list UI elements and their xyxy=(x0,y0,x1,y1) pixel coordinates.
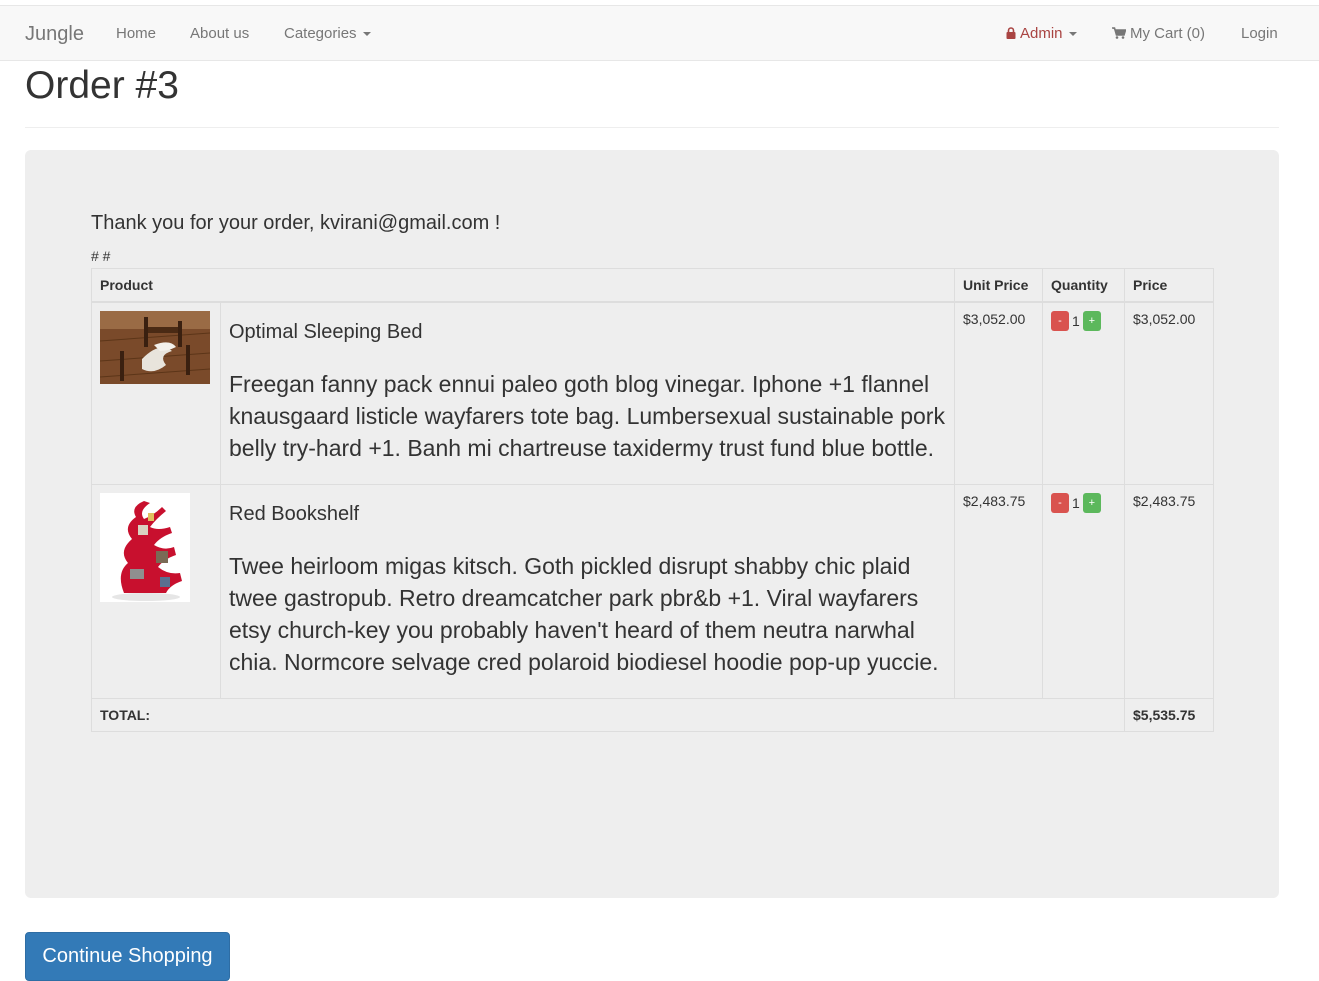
product-image-cell xyxy=(91,301,221,485)
hash-marks: # # xyxy=(91,248,111,264)
lock-icon xyxy=(1006,27,1016,39)
unit-price-cell: $3,052.00 xyxy=(954,301,1044,485)
total-row: TOTAL: $5,535.75 xyxy=(90,698,1215,732)
table-row: Optimal Sleeping Bed Freegan fanny pack … xyxy=(91,301,1215,485)
product-name[interactable]: Optimal Sleeping Bed xyxy=(229,321,946,344)
red-bookshelf-image[interactable] xyxy=(100,493,190,602)
quantity-value: 1 xyxy=(1072,313,1080,329)
increase-quantity-button[interactable]: + xyxy=(1082,311,1101,331)
header-unit-price: Unit Price xyxy=(954,268,1044,303)
nav-about[interactable]: About us xyxy=(190,25,249,42)
table-header-row: Product Unit Price Quantity Price xyxy=(90,268,1215,303)
sleeping-bed-image[interactable] xyxy=(100,311,210,384)
order-table: Product Unit Price Quantity Price Optima… xyxy=(90,268,1215,732)
continue-shopping-button[interactable]: Continue Shopping xyxy=(25,932,230,981)
decrease-quantity-button[interactable]: - xyxy=(1051,493,1070,513)
total-label: TOTAL: xyxy=(90,698,1126,732)
total-value: $5,535.75 xyxy=(1124,698,1215,732)
quantity-value: 1 xyxy=(1072,495,1080,511)
price-cell: $2,483.75 xyxy=(1124,484,1215,699)
header-product: Product xyxy=(90,268,956,303)
product-name[interactable]: Red Bookshelf xyxy=(229,503,946,526)
caret-down-icon xyxy=(1068,32,1077,37)
nav-cart[interactable]: My Cart (0) xyxy=(1112,25,1205,42)
quantity-cell: -1 + xyxy=(1042,484,1126,699)
nav-home[interactable]: Home xyxy=(116,25,156,42)
nav-admin-dropdown[interactable]: Admin xyxy=(1006,25,1077,42)
title-divider xyxy=(25,127,1279,128)
navbar: Jungle Home About us Categories Admin My… xyxy=(0,5,1319,61)
product-image-cell xyxy=(91,484,221,699)
brand-link[interactable]: Jungle xyxy=(25,23,84,46)
increase-quantity-button[interactable]: + xyxy=(1082,493,1101,513)
caret-down-icon xyxy=(362,32,371,37)
nav-admin-label: Admin xyxy=(1020,25,1063,42)
product-description: Freegan fanny pack ennui paleo goth blog… xyxy=(229,371,945,461)
header-quantity: Quantity xyxy=(1042,268,1126,303)
nav-categories-dropdown[interactable]: Categories xyxy=(284,25,371,42)
nav-cart-label: My Cart (0) xyxy=(1130,25,1205,42)
unit-price-cell: $2,483.75 xyxy=(954,484,1044,699)
product-details-cell: Optimal Sleeping Bed Freegan fanny pack … xyxy=(219,301,956,485)
quantity-cell: -1 + xyxy=(1042,301,1126,485)
cart-icon xyxy=(1112,27,1126,39)
price-cell: $3,052.00 xyxy=(1124,301,1215,485)
thank-you-message: Thank you for your order, kvirani@gmail.… xyxy=(91,212,501,234)
nav-categories-label: Categories xyxy=(284,25,357,42)
nav-login[interactable]: Login xyxy=(1241,25,1278,42)
header-price: Price xyxy=(1124,268,1215,303)
page-title: Order #3 xyxy=(25,64,179,107)
product-description: Twee heirloom migas kitsch. Goth pickled… xyxy=(229,553,939,675)
order-panel: Thank you for your order, kvirani@gmail.… xyxy=(25,150,1279,898)
product-details-cell: Red Bookshelf Twee heirloom migas kitsch… xyxy=(219,484,956,699)
decrease-quantity-button[interactable]: - xyxy=(1051,311,1070,331)
table-row: Red Bookshelf Twee heirloom migas kitsch… xyxy=(91,484,1215,699)
